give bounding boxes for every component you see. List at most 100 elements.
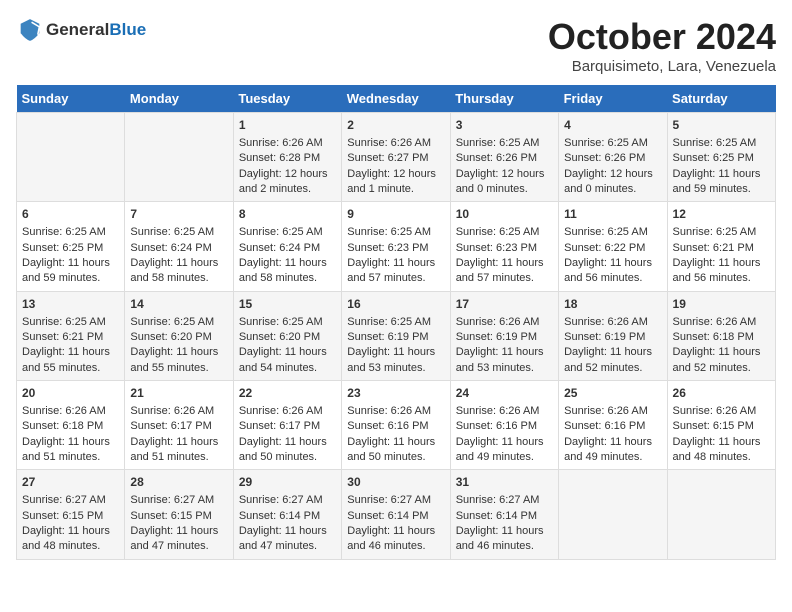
day-number: 21 xyxy=(130,385,227,402)
cell-info: Daylight: 11 hours and 50 minutes. xyxy=(347,435,444,466)
cell-info: Daylight: 11 hours and 49 minutes. xyxy=(564,435,661,466)
week-row-2: 13Sunrise: 6:25 AMSunset: 6:21 PMDayligh… xyxy=(17,291,776,380)
cell-info: Sunrise: 6:27 AM xyxy=(130,493,227,508)
cell-info: Daylight: 11 hours and 46 minutes. xyxy=(456,524,553,555)
days-of-week-row: SundayMondayTuesdayWednesdayThursdayFrid… xyxy=(17,85,776,113)
calendar-cell: 21Sunrise: 6:26 AMSunset: 6:17 PMDayligh… xyxy=(125,381,233,470)
cell-info: Sunrise: 6:25 AM xyxy=(456,136,553,151)
calendar-cell: 27Sunrise: 6:27 AMSunset: 6:15 PMDayligh… xyxy=(17,470,125,559)
cell-info: Daylight: 11 hours and 59 minutes. xyxy=(673,167,770,198)
day-number: 5 xyxy=(673,117,770,134)
logo-icon xyxy=(16,16,44,44)
day-of-week-tuesday: Tuesday xyxy=(233,85,341,113)
calendar-cell: 24Sunrise: 6:26 AMSunset: 6:16 PMDayligh… xyxy=(450,381,558,470)
calendar-cell xyxy=(667,470,775,559)
cell-info: Sunrise: 6:25 AM xyxy=(239,225,336,240)
cell-info: Sunset: 6:16 PM xyxy=(456,419,553,434)
cell-info: Sunset: 6:23 PM xyxy=(347,241,444,256)
calendar-cell: 18Sunrise: 6:26 AMSunset: 6:19 PMDayligh… xyxy=(559,291,667,380)
cell-info: Sunrise: 6:26 AM xyxy=(22,404,119,419)
cell-info: Daylight: 11 hours and 52 minutes. xyxy=(673,345,770,376)
day-number: 29 xyxy=(239,474,336,491)
cell-info: Daylight: 11 hours and 51 minutes. xyxy=(130,435,227,466)
cell-info: Daylight: 11 hours and 58 minutes. xyxy=(130,256,227,287)
cell-info: Sunrise: 6:26 AM xyxy=(347,136,444,151)
cell-info: Sunrise: 6:25 AM xyxy=(564,225,661,240)
cell-info: Daylight: 11 hours and 51 minutes. xyxy=(22,435,119,466)
cell-info: Sunrise: 6:26 AM xyxy=(456,404,553,419)
location: Barquisimeto, Lara, Venezuela xyxy=(548,58,776,75)
calendar-cell: 16Sunrise: 6:25 AMSunset: 6:19 PMDayligh… xyxy=(342,291,450,380)
cell-info: Sunrise: 6:26 AM xyxy=(673,315,770,330)
day-number: 12 xyxy=(673,206,770,223)
day-number: 7 xyxy=(130,206,227,223)
cell-info: Sunrise: 6:25 AM xyxy=(22,315,119,330)
day-of-week-sunday: Sunday xyxy=(17,85,125,113)
cell-info: Sunset: 6:17 PM xyxy=(239,419,336,434)
cell-info: Sunrise: 6:26 AM xyxy=(347,404,444,419)
cell-info: Sunrise: 6:26 AM xyxy=(564,404,661,419)
week-row-0: 1Sunrise: 6:26 AMSunset: 6:28 PMDaylight… xyxy=(17,113,776,202)
day-number: 23 xyxy=(347,385,444,402)
cell-info: Daylight: 11 hours and 48 minutes. xyxy=(22,524,119,555)
cell-info: Sunset: 6:14 PM xyxy=(347,509,444,524)
day-number: 31 xyxy=(456,474,553,491)
cell-info: Sunset: 6:18 PM xyxy=(22,419,119,434)
calendar-cell xyxy=(17,113,125,202)
calendar-cell xyxy=(559,470,667,559)
day-number: 9 xyxy=(347,206,444,223)
cell-info: Sunset: 6:15 PM xyxy=(22,509,119,524)
cell-info: Sunrise: 6:26 AM xyxy=(239,136,336,151)
cell-info: Daylight: 11 hours and 58 minutes. xyxy=(239,256,336,287)
logo-text-block: GeneralBlue xyxy=(46,21,146,40)
cell-info: Daylight: 11 hours and 47 minutes. xyxy=(130,524,227,555)
cell-info: Daylight: 11 hours and 56 minutes. xyxy=(673,256,770,287)
day-number: 15 xyxy=(239,296,336,313)
cell-info: Daylight: 12 hours and 0 minutes. xyxy=(564,167,661,198)
cell-info: Sunset: 6:14 PM xyxy=(456,509,553,524)
cell-info: Sunset: 6:24 PM xyxy=(239,241,336,256)
day-number: 18 xyxy=(564,296,661,313)
cell-info: Sunset: 6:14 PM xyxy=(239,509,336,524)
cell-info: Sunset: 6:23 PM xyxy=(456,241,553,256)
calendar-cell: 3Sunrise: 6:25 AMSunset: 6:26 PMDaylight… xyxy=(450,113,558,202)
day-number: 26 xyxy=(673,385,770,402)
day-number: 6 xyxy=(22,206,119,223)
calendar-body: 1Sunrise: 6:26 AMSunset: 6:28 PMDaylight… xyxy=(17,113,776,560)
day-number: 10 xyxy=(456,206,553,223)
calendar-cell: 19Sunrise: 6:26 AMSunset: 6:18 PMDayligh… xyxy=(667,291,775,380)
cell-info: Sunrise: 6:25 AM xyxy=(347,315,444,330)
calendar-cell: 14Sunrise: 6:25 AMSunset: 6:20 PMDayligh… xyxy=(125,291,233,380)
cell-info: Sunset: 6:26 PM xyxy=(564,151,661,166)
calendar-cell: 11Sunrise: 6:25 AMSunset: 6:22 PMDayligh… xyxy=(559,202,667,291)
calendar-cell: 23Sunrise: 6:26 AMSunset: 6:16 PMDayligh… xyxy=(342,381,450,470)
calendar-cell: 1Sunrise: 6:26 AMSunset: 6:28 PMDaylight… xyxy=(233,113,341,202)
logo: GeneralBlue xyxy=(16,16,146,44)
cell-info: Sunset: 6:15 PM xyxy=(130,509,227,524)
cell-info: Sunrise: 6:25 AM xyxy=(130,315,227,330)
cell-info: Sunrise: 6:26 AM xyxy=(130,404,227,419)
cell-info: Sunrise: 6:25 AM xyxy=(347,225,444,240)
day-number: 1 xyxy=(239,117,336,134)
cell-info: Daylight: 11 hours and 59 minutes. xyxy=(22,256,119,287)
day-number: 11 xyxy=(564,206,661,223)
calendar-cell xyxy=(125,113,233,202)
cell-info: Daylight: 11 hours and 54 minutes. xyxy=(239,345,336,376)
day-number: 4 xyxy=(564,117,661,134)
day-of-week-friday: Friday xyxy=(559,85,667,113)
cell-info: Daylight: 12 hours and 2 minutes. xyxy=(239,167,336,198)
day-of-week-saturday: Saturday xyxy=(667,85,775,113)
cell-info: Sunset: 6:22 PM xyxy=(564,241,661,256)
cell-info: Sunrise: 6:27 AM xyxy=(22,493,119,508)
calendar-cell: 20Sunrise: 6:26 AMSunset: 6:18 PMDayligh… xyxy=(17,381,125,470)
cell-info: Sunset: 6:19 PM xyxy=(564,330,661,345)
day-number: 19 xyxy=(673,296,770,313)
cell-info: Daylight: 12 hours and 1 minute. xyxy=(347,167,444,198)
day-number: 28 xyxy=(130,474,227,491)
cell-info: Sunset: 6:19 PM xyxy=(347,330,444,345)
calendar-cell: 7Sunrise: 6:25 AMSunset: 6:24 PMDaylight… xyxy=(125,202,233,291)
cell-info: Sunrise: 6:26 AM xyxy=(564,315,661,330)
cell-info: Daylight: 12 hours and 0 minutes. xyxy=(456,167,553,198)
cell-info: Sunset: 6:19 PM xyxy=(456,330,553,345)
cell-info: Sunset: 6:21 PM xyxy=(673,241,770,256)
